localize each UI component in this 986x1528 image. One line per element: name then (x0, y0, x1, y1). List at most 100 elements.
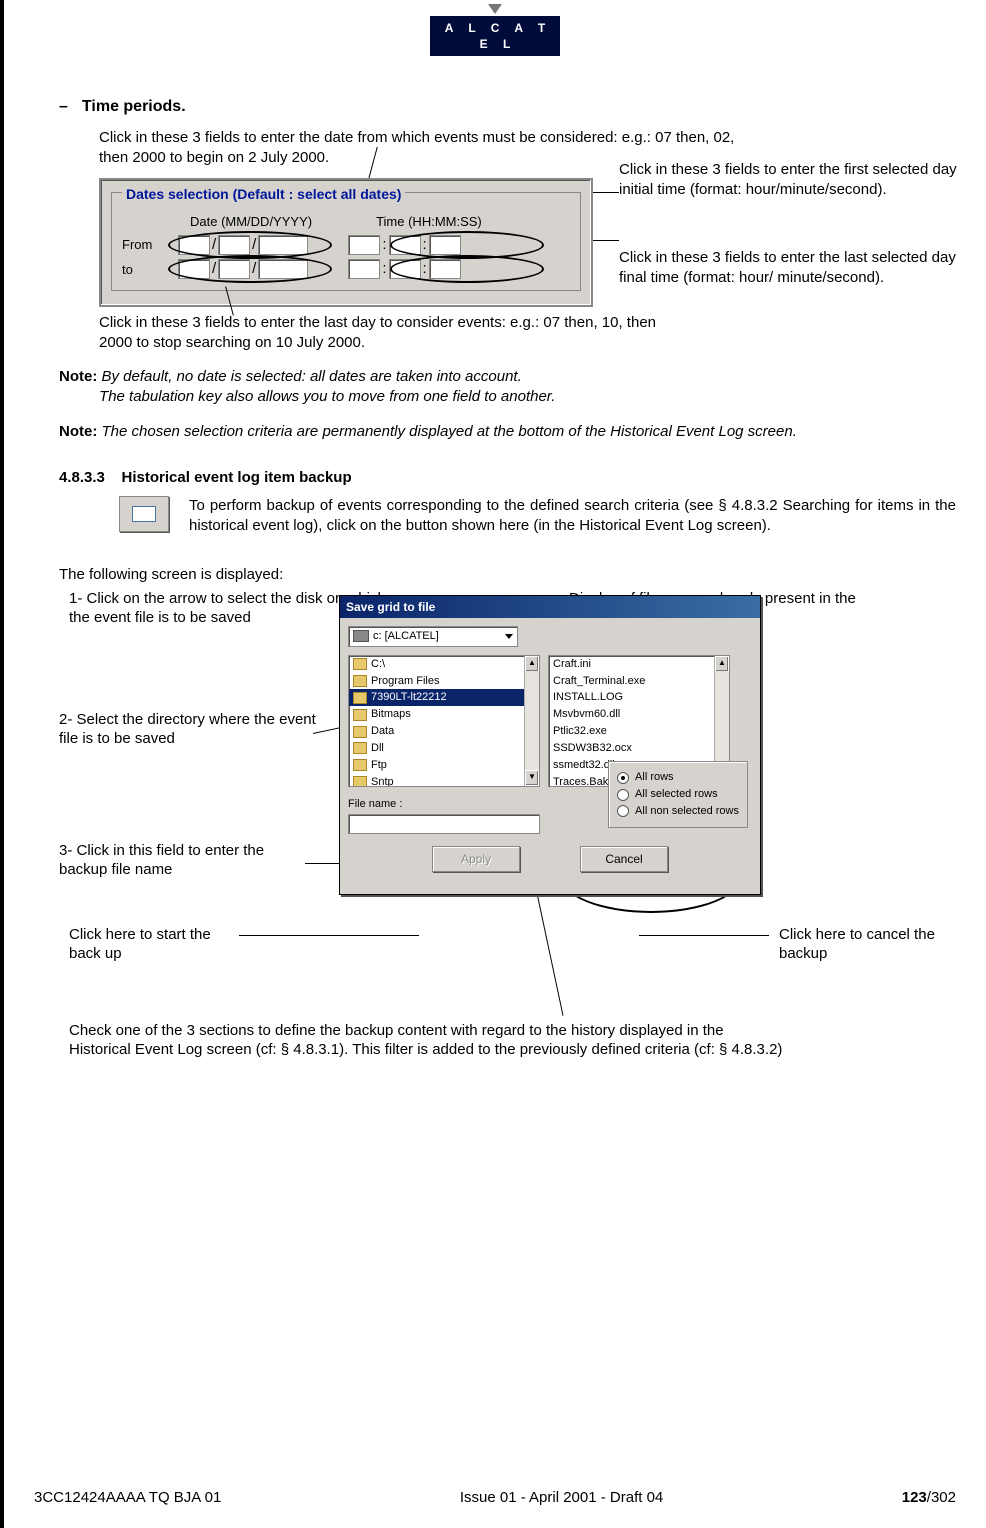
apply-button[interactable]: Apply (432, 846, 520, 872)
file-item: INSTALL.LOG (553, 690, 623, 705)
slash: / (252, 235, 256, 255)
annot-sections: Check one of the 3 sections to define th… (69, 1021, 789, 1060)
bullet-dash: – (59, 96, 68, 118)
dir-item: Program Files (371, 674, 439, 689)
to-label: to (122, 261, 178, 279)
annot-file-name: 3- Click in this field to enter the back… (59, 841, 309, 880)
cancel-button[interactable]: Cancel (580, 846, 668, 872)
brand-triangle-icon (488, 4, 502, 14)
backup-paragraph: To perform backup of events correspondin… (189, 496, 956, 537)
file-item: Craft_Terminal.exe (553, 674, 645, 689)
note-1-line1: By default, no date is selected: all dat… (102, 368, 522, 385)
section-number: 4.8.3.3 (59, 469, 105, 486)
to-month-input[interactable] (178, 259, 210, 279)
dates-selection-dialog: Dates selection (Default : select all da… (99, 178, 593, 306)
from-label: From (122, 236, 178, 254)
section-heading: 4.8.3.3 Historical event log item backup (59, 468, 956, 488)
to-min-input[interactable] (389, 259, 421, 279)
brand-header: A L C A T E L (430, 0, 560, 56)
folder-icon (353, 709, 367, 721)
colon: : (423, 235, 427, 255)
section-title: Historical event log item backup (122, 469, 352, 486)
filename-label: File name : (348, 798, 402, 810)
folder-icon (353, 692, 367, 704)
annot-last-day: Click in these 3 fields to enter the las… (99, 313, 659, 354)
directory-listbox[interactable]: C:\ Program Files 7390LT-lt22212 Bitmaps… (348, 655, 540, 787)
drive-icon (353, 630, 369, 642)
colon: : (382, 235, 386, 255)
annot-select-dir: 2- Select the directory where the event … (59, 710, 319, 749)
radio-icon (617, 805, 629, 817)
bullet-label: Time periods. (82, 96, 186, 118)
footer-docref: 3CC12424AAAA TQ BJA 01 (34, 1488, 221, 1508)
footer-page: 123/302 (902, 1488, 956, 1508)
dir-item: Sntp (371, 775, 394, 787)
folder-icon (353, 658, 367, 670)
note-prefix: Note: (59, 368, 97, 385)
drive-combo[interactable]: c: [ALCATEL] (348, 626, 518, 647)
from-day-input[interactable] (218, 235, 250, 255)
dir-item: C:\ (371, 657, 385, 672)
from-month-input[interactable] (178, 235, 210, 255)
leader-line (639, 935, 769, 936)
colon: : (382, 259, 386, 279)
annot-initial-time: Click in these 3 fields to enter the fir… (619, 160, 969, 199)
folder-icon (353, 675, 367, 687)
radio-all-rows[interactable]: All rows (617, 770, 739, 785)
time-header-label: Time (HH:MM:SS) (376, 213, 482, 231)
slash: / (212, 235, 216, 255)
filename-input[interactable] (348, 814, 540, 834)
to-day-input[interactable] (218, 259, 250, 279)
colon: : (423, 259, 427, 279)
folder-icon (353, 759, 367, 771)
radio-icon (617, 789, 629, 801)
folder-icon (353, 742, 367, 754)
from-year-input[interactable] (258, 235, 308, 255)
following-screen-text: The following screen is displayed: (59, 565, 956, 585)
save-grid-dialog: Save grid to file c: [ALCATEL] C:\ Progr… (339, 595, 761, 895)
radio-nonselected-rows[interactable]: All non selected rows (617, 804, 739, 819)
folder-icon (353, 776, 367, 787)
file-item: Ptlic32.exe (553, 724, 607, 739)
annot-final-time: Click in these 3 fields to enter the las… (619, 248, 969, 287)
file-item: Msvbvm60.dll (553, 707, 620, 722)
note-2-text: The chosen selection criteria are perman… (102, 423, 797, 440)
file-item: ssmedt32.dll (553, 758, 615, 773)
dir-item: 7390LT-lt22212 (371, 690, 447, 705)
scroll-up-icon[interactable]: ▲ (715, 656, 729, 672)
dir-item: Ftp (371, 758, 387, 773)
footer-issue: Issue 01 - April 2001 - Draft 04 (460, 1488, 663, 1508)
dialog-title-bar: Save grid to file (340, 596, 760, 618)
dir-item: Bitmaps (371, 707, 411, 722)
to-hour-input[interactable] (348, 259, 380, 279)
drive-label: c: [ALCATEL] (373, 629, 439, 644)
date-header-label: Date (MM/DD/YYYY) (190, 213, 312, 231)
note-prefix: Note: (59, 423, 97, 440)
page-footer: 3CC12424AAAA TQ BJA 01 Issue 01 - April … (34, 1488, 956, 1508)
file-item: SSDW3B32.ocx (553, 741, 632, 756)
to-year-input[interactable] (258, 259, 308, 279)
scroll-up-icon[interactable]: ▲ (525, 656, 539, 672)
note-1: Note: By default, no date is selected: a… (59, 367, 956, 408)
folder-icon (353, 726, 367, 738)
dir-item: Data (371, 724, 394, 739)
slash: / (212, 259, 216, 279)
file-item: Traces.Bak (553, 775, 608, 787)
bullet-time-periods: – Time periods. (59, 96, 956, 118)
from-hour-input[interactable] (348, 235, 380, 255)
file-item: Craft.ini (553, 657, 591, 672)
leader-line (239, 935, 419, 936)
from-min-input[interactable] (389, 235, 421, 255)
to-sec-input[interactable] (429, 259, 461, 279)
scroll-down-icon[interactable]: ▼ (525, 770, 539, 786)
annot-cancel-backup: Click here to cancel the backup (779, 925, 949, 964)
rows-radio-group: All rows All selected rows All non selec… (608, 761, 748, 828)
from-sec-input[interactable] (429, 235, 461, 255)
backup-paragraph-block: To perform backup of events correspondin… (59, 496, 956, 537)
note-2: Note: The chosen selection criteria are … (59, 422, 956, 442)
radio-icon (617, 772, 629, 784)
leader-line (535, 888, 563, 1015)
radio-selected-rows[interactable]: All selected rows (617, 787, 739, 802)
brand-name: A L C A T E L (430, 16, 560, 56)
scrollbar[interactable]: ▲ ▼ (524, 656, 539, 786)
